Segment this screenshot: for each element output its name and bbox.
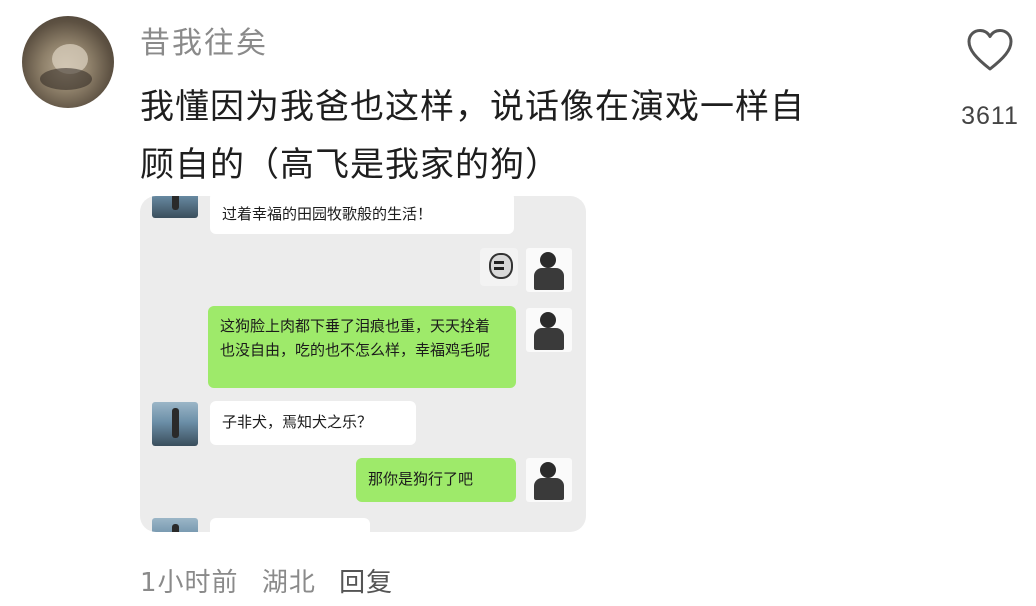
heart-outline-icon[interactable] [966, 28, 1014, 72]
own-avatar [526, 458, 572, 502]
chat-bubble-cut [210, 518, 370, 532]
comment-location: 湖北 [261, 568, 316, 598]
user-avatar[interactable] [22, 16, 114, 108]
chat-bubble-left: 过着幸福的田园牧歌般的生活！ [210, 196, 514, 234]
contact-avatar [152, 518, 198, 532]
comment-line: 我懂因为我爸也这样，说话像在演戏一样自 [140, 87, 805, 127]
chat-message-text: 过着幸福的田园牧歌般的生活！ [222, 205, 433, 223]
avatar-detail [40, 68, 92, 90]
username[interactable]: 昔我往矣 [140, 18, 268, 62]
contact-avatar [152, 402, 198, 446]
sticker-image [480, 248, 518, 286]
comment-meta: 1小时前 湖北 回复 [140, 562, 407, 599]
chat-message-text: 子非犬，焉知犬之乐？ [222, 413, 373, 431]
chat-bubble-right: 这狗脸上肉都下垂了泪痕也重，天天拴着也没自由，吃的也不怎么样，幸福鸡毛呢 [208, 306, 516, 388]
like-count: 3611 [961, 102, 1019, 130]
chat-message-text: 那你是狗行了吧 [368, 470, 474, 488]
chat-message-text: 这狗脸上肉都下垂了泪痕也重，天天拴着也没自由，吃的也不怎么样，幸福鸡毛呢 [220, 317, 491, 359]
chat-screenshot-image[interactable]: 过着幸福的田园牧歌般的生活！ 这狗脸上肉都下垂了泪痕也重，天天拴着也没自由，吃的… [140, 196, 586, 532]
like-button[interactable]: 3611 [955, 28, 1025, 131]
own-avatar [526, 248, 572, 292]
own-avatar [526, 308, 572, 352]
contact-avatar [152, 196, 198, 218]
chat-bubble-left: 子非犬，焉知犬之乐？ [210, 401, 416, 445]
comment-time: 1小时前 [140, 568, 239, 598]
reply-button[interactable]: 回复 [339, 568, 393, 598]
chat-bubble-right: 那你是狗行了吧 [356, 458, 516, 502]
comment-line: 顾自的（高飞是我家的狗） [140, 145, 560, 185]
comment-text: 我懂因为我爸也这样，说话像在演戏一样自 顾自的（高飞是我家的狗） [140, 78, 910, 194]
